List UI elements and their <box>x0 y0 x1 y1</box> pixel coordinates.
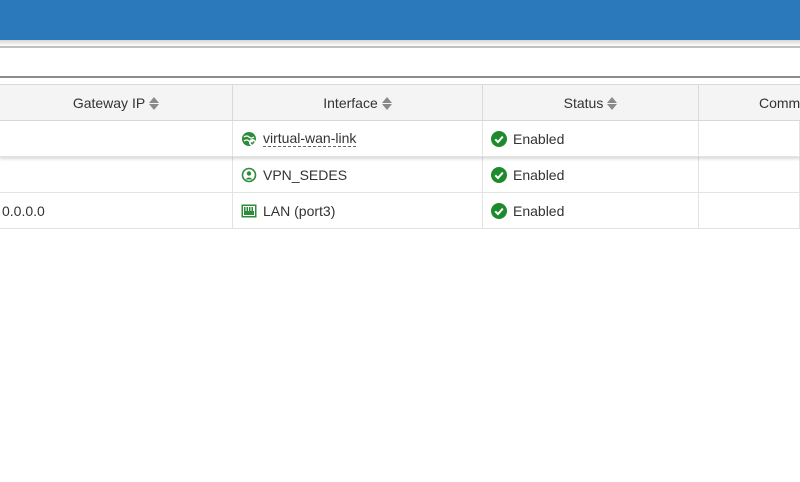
table-row[interactable]: VPN_SEDES Enabled <box>0 157 800 193</box>
interface-cell: VPN_SEDES <box>233 157 483 192</box>
interface-name: VPN_SEDES <box>263 166 348 183</box>
status-cell: Enabled <box>483 157 699 192</box>
interface-link[interactable]: virtual-wan-link <box>263 130 357 147</box>
comments-cell <box>699 157 800 192</box>
check-circle-icon <box>491 130 507 147</box>
table-row[interactable]: virtual-wan-link Enabled <box>0 121 800 157</box>
gateway-ip-cell: 0.0.0.0 <box>0 193 233 228</box>
interface-cell: LAN (port3) <box>233 193 483 228</box>
column-header-status[interactable]: Status <box>483 85 699 121</box>
status-cell: Enabled <box>483 121 699 156</box>
sdwan-globe-icon <box>241 131 257 147</box>
static-routes-table: Gateway IP Interface Status Comm virtual… <box>0 84 800 229</box>
column-header-gateway-ip[interactable]: Gateway IP <box>0 85 233 121</box>
status-text: Enabled <box>513 166 565 183</box>
table-header: Gateway IP Interface Status Comm <box>0 84 800 121</box>
column-header-comments[interactable]: Comm <box>699 85 800 121</box>
status-cell: Enabled <box>483 193 699 228</box>
vpn-tunnel-icon <box>241 167 257 183</box>
check-circle-icon <box>491 166 507 183</box>
sort-icon[interactable] <box>607 96 618 110</box>
check-circle-icon <box>491 202 507 219</box>
interface-cell: virtual-wan-link <box>233 121 483 156</box>
gateway-ip-cell <box>0 121 233 156</box>
comments-cell <box>699 121 800 156</box>
gateway-ip-cell <box>0 157 233 192</box>
interface-name: LAN (port3) <box>263 202 336 219</box>
status-text: Enabled <box>513 130 565 147</box>
status-text: Enabled <box>513 202 565 219</box>
comments-cell <box>699 193 800 228</box>
sort-icon[interactable] <box>381 96 392 110</box>
top-banner <box>0 0 800 40</box>
ethernet-port-icon <box>241 203 257 219</box>
table-row[interactable]: 0.0.0.0 LAN (port3) Enabled <box>0 193 800 229</box>
sort-icon[interactable] <box>149 96 160 110</box>
column-header-interface[interactable]: Interface <box>233 85 483 121</box>
toolbar <box>0 46 800 78</box>
